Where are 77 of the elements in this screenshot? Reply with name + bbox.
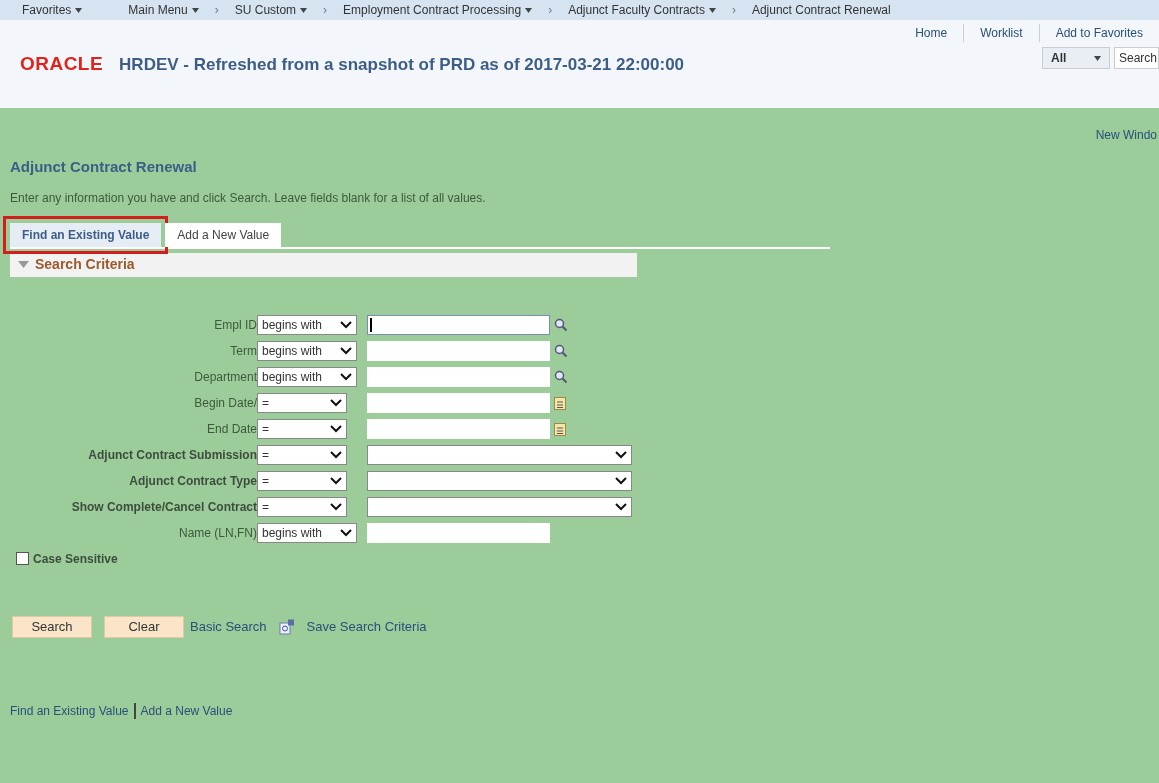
action-button[interactable]: Clear [104, 615, 184, 638]
breadcrumb-separator: › [548, 2, 553, 19]
calendar-icon[interactable] [554, 421, 566, 436]
footer-link[interactable]: Find an Existing Value [10, 701, 129, 720]
chevron-icon [340, 528, 352, 537]
page-title: Adjunct Contract Renewal [10, 157, 198, 177]
checkbox-label: Case Sensitive [33, 550, 118, 568]
nav-menu-item[interactable]: Adjunct Faculty Contracts [568, 1, 705, 19]
save-search-icon[interactable] [278, 618, 295, 635]
caret-icon [708, 7, 716, 13]
field-label: Begin Date/ [193, 394, 257, 412]
instructions-text: Enter any information you have and click Search. Leave fields blank for a list of all values. [10, 189, 487, 207]
header-link[interactable]: Add to Favorites [1038, 24, 1159, 42]
chevron-icon [340, 320, 352, 329]
field-label: Term [229, 342, 257, 360]
breadcrumb-separator: › [731, 2, 736, 19]
field-label: Adjunct Contract Type [128, 472, 257, 490]
nav-menu-item[interactable]: Main Menu [128, 1, 188, 19]
chevron-icon [340, 372, 352, 381]
chevron-icon [330, 398, 342, 407]
operator-select[interactable]: = [257, 418, 347, 439]
caret-icon [300, 7, 308, 13]
chevron-icon [615, 502, 627, 511]
nav-menu-item[interactable]: SU Custom [234, 1, 297, 19]
nav-menu-item[interactable]: Favorites [22, 1, 72, 19]
breadcrumb-separator: › [323, 2, 328, 19]
operator-select[interactable]: begins with [257, 314, 357, 335]
current-page-link[interactable]: Adjunct Contract Renewal [751, 1, 891, 19]
header-link[interactable]: Home [899, 24, 964, 42]
nav-menu-item[interactable]: Employment Contract Processing [343, 1, 522, 19]
basic-search-link[interactable]: Basic Search [190, 616, 267, 637]
save-search-criteria-link[interactable]: Save Search Criteria [306, 616, 427, 637]
value-dropdown[interactable] [367, 496, 632, 517]
caret-icon [1094, 55, 1101, 61]
new-window-link[interactable]: New Windo [1095, 126, 1157, 144]
search-icon[interactable] [554, 317, 568, 332]
environment-title: HRDEV - Refreshed from a snapshot of PRD as of 2017-03-21 22:00:00 [119, 53, 685, 76]
field-label: Empl ID [213, 316, 257, 334]
triangle-icon [18, 261, 29, 268]
checkbox[interactable] [16, 552, 29, 565]
operator-select[interactable]: = [257, 496, 347, 517]
search-icon[interactable] [554, 343, 568, 358]
oracle-logo: ORACLE [20, 52, 104, 76]
search-criteria-header[interactable]: Search Criteria [10, 252, 637, 277]
chevron-icon [615, 476, 627, 485]
operator-select[interactable]: begins with [257, 366, 357, 387]
field-label: Department [193, 368, 257, 386]
search-icon[interactable] [554, 369, 568, 384]
footer-link[interactable]: Add a New Value [140, 701, 233, 720]
calendar-icon[interactable] [554, 395, 566, 410]
chevron-icon [615, 450, 627, 459]
chevron-icon [330, 502, 342, 511]
caret-icon [75, 7, 83, 13]
header-link[interactable]: Worklist [963, 24, 1039, 42]
action-button[interactable]: Search [12, 615, 92, 638]
chevron-icon [330, 476, 342, 485]
value-dropdown[interactable] [367, 444, 632, 465]
chevron-icon [330, 450, 342, 459]
tab[interactable]: Add a New Value [165, 222, 282, 247]
chevron-icon [330, 424, 342, 433]
field-label: Adjunct Contract Submission [87, 446, 257, 464]
caret-icon [191, 7, 199, 13]
search-scope-select[interactable]: All [1042, 47, 1110, 69]
caret-icon [525, 7, 533, 13]
operator-select[interactable]: = [257, 392, 347, 413]
operator-select[interactable]: = [257, 470, 347, 491]
field-label: End Date [205, 420, 257, 438]
chevron-icon [340, 346, 352, 355]
field-label: Name (LN,FN) [178, 524, 257, 542]
operator-select[interactable]: begins with [257, 522, 357, 543]
breadcrumb-separator: › [214, 2, 219, 19]
operator-select[interactable]: = [257, 444, 347, 465]
operator-select[interactable]: begins with [257, 340, 357, 361]
header-search-field[interactable]: Search [1114, 47, 1159, 69]
value-input-field[interactable] [367, 314, 550, 335]
value-dropdown[interactable] [367, 470, 632, 491]
field-label: Show Complete/Cancel Contract [70, 498, 257, 516]
